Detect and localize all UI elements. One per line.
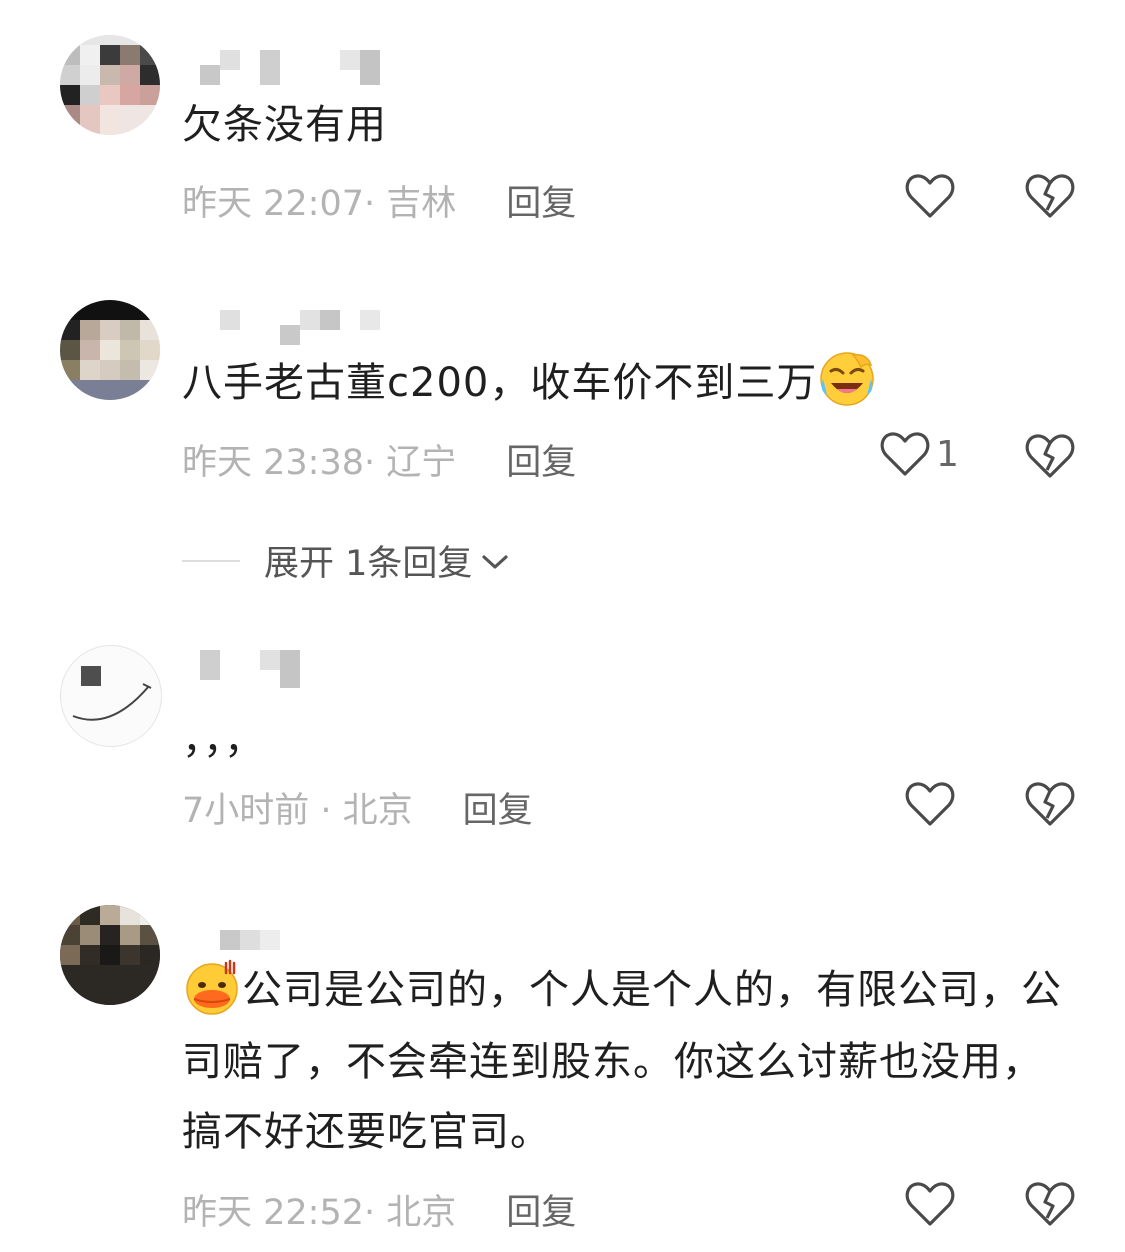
dislike-button[interactable] bbox=[1025, 432, 1075, 480]
broken-heart-icon bbox=[1025, 780, 1075, 828]
username-blurred[interactable] bbox=[182, 645, 382, 688]
heart-outline-icon bbox=[905, 172, 955, 220]
comment-meta: 7小时前 · 北京 回复 bbox=[182, 782, 533, 833]
dislike-button[interactable] bbox=[1025, 780, 1075, 828]
comment-text-block: 公司是公司的，个人是个人的，有限公司，公司赔了，不会牵连到股东。你这么讨薪也没用… bbox=[182, 955, 1072, 1167]
reply-button[interactable]: 回复 bbox=[506, 1184, 576, 1235]
time-location: 昨天 23:38· 辽宁 bbox=[182, 443, 457, 483]
reply-button[interactable]: 回复 bbox=[506, 175, 576, 226]
like-button[interactable] bbox=[905, 1180, 955, 1228]
comment-text: 公司是公司的，个人是个人的，有限公司，公司赔了，不会牵连到股东。你这么讨薪也没用… bbox=[182, 967, 1062, 1155]
avatar[interactable] bbox=[60, 905, 160, 1005]
like-button[interactable] bbox=[905, 172, 955, 220]
chevron-down-icon bbox=[480, 541, 510, 581]
comment-meta: 昨天 22:07· 吉林 回复 bbox=[182, 175, 576, 226]
like-button[interactable]: 1 bbox=[880, 430, 959, 478]
avatar[interactable] bbox=[60, 35, 160, 135]
broken-heart-icon bbox=[1025, 432, 1075, 480]
comment-text: ，，， bbox=[182, 717, 265, 763]
expand-replies-label: 展开 1条回复 bbox=[264, 544, 473, 584]
reply-button[interactable]: 回复 bbox=[463, 782, 533, 833]
comment-meta: 昨天 22:52· 北京 回复 bbox=[182, 1184, 576, 1235]
reply-button[interactable]: 回复 bbox=[506, 434, 576, 485]
expand-replies-button[interactable]: 展开 1条回复 bbox=[182, 535, 510, 586]
broken-heart-icon bbox=[1025, 172, 1075, 220]
comment-text-row: 八手老古董c200，收车价不到三万 bbox=[182, 348, 877, 421]
expand-divider bbox=[182, 559, 240, 562]
heart-outline-icon bbox=[905, 780, 955, 828]
like-button[interactable] bbox=[905, 780, 955, 828]
comment-meta: 昨天 23:38· 辽宁 回复 bbox=[182, 434, 576, 485]
dislike-button[interactable] bbox=[1025, 172, 1075, 220]
laughing-crying-emoji-icon bbox=[817, 349, 877, 421]
heart-outline-icon bbox=[880, 430, 930, 478]
avatar[interactable] bbox=[60, 645, 162, 747]
time-location: 7小时前 · 北京 bbox=[182, 791, 413, 831]
like-count: 1 bbox=[936, 433, 959, 475]
dislike-button[interactable] bbox=[1025, 1180, 1075, 1228]
time-location: 昨天 22:52· 北京 bbox=[182, 1193, 457, 1233]
username-blurred[interactable] bbox=[182, 45, 382, 85]
username-blurred[interactable] bbox=[182, 305, 382, 345]
avatar[interactable] bbox=[60, 300, 160, 400]
broken-heart-icon bbox=[1025, 1180, 1075, 1228]
comment-text: 八手老古董c200，收车价不到三万 bbox=[182, 360, 818, 406]
comment-text: 欠条没有用 bbox=[182, 102, 387, 148]
time-location: 昨天 22:07· 吉林 bbox=[182, 184, 457, 224]
sweating-duck-emoji-icon bbox=[182, 957, 242, 1027]
heart-outline-icon bbox=[905, 1180, 955, 1228]
